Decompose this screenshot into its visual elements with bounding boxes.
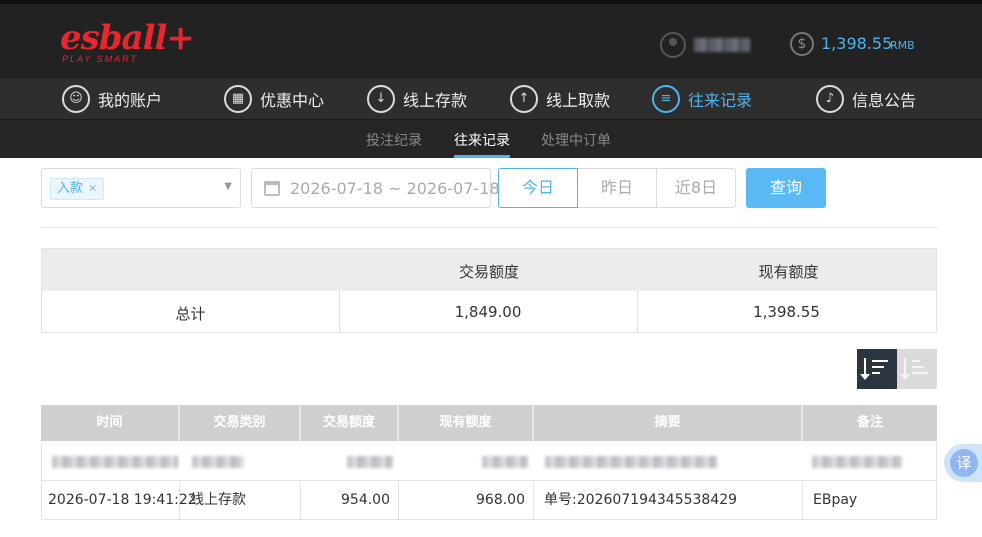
summary-current-balance: 1,398.55	[753, 303, 820, 321]
nav-label: 线上取款	[546, 91, 611, 110]
main-nav: ☺ 我的账户 ▦ 优惠中心 ↓ 线上存款 ↑ 线上取款 ≡ 往来记录 ♪ 信息公…	[0, 78, 982, 120]
column-header-time[interactable]: 时间	[41, 405, 180, 441]
cell-note: EBpay	[813, 492, 858, 508]
user-icon	[660, 32, 686, 58]
summary-header-balance: 现有额度	[758, 263, 819, 281]
nav-label: 我的账户	[98, 91, 163, 110]
subnav-pending-orders[interactable]: 处理中订单	[541, 130, 611, 150]
nav-label: 优惠中心	[260, 91, 325, 110]
records-table: 时间 交易类别 交易额度 现有额度 摘要 备注 2026-07-18 19:41…	[41, 405, 937, 520]
bell-icon: ♪	[816, 85, 844, 113]
cell-time: 2026-07-18 19:41:22	[42, 482, 197, 519]
summary-total-amount: 1,849.00	[454, 303, 522, 321]
records-icon: ≡	[652, 85, 680, 113]
redacted-text	[52, 456, 178, 468]
caret-down-icon: ▼	[224, 181, 232, 192]
nav-label: 信息公告	[852, 91, 917, 110]
logo-text: esball+	[60, 18, 195, 58]
redacted-text	[545, 456, 717, 468]
nav-item-announcements[interactable]: ♪ 信息公告	[816, 84, 916, 114]
sort-descending-icon	[860, 358, 870, 380]
esball-logo[interactable]: esball+ PLAY SMART	[60, 18, 195, 68]
sort-descending-button[interactable]	[857, 349, 897, 389]
nav-label: 线上存款	[403, 91, 468, 110]
deposit-icon: ↓	[367, 85, 395, 113]
column-header-type[interactable]: 交易类别	[180, 405, 301, 441]
balance-value: 1,398.55	[821, 34, 893, 53]
translate-icon: 译	[950, 449, 978, 477]
summary-table: 交易额度 现有额度 总计 1,849.00 1,398.55	[41, 248, 937, 333]
balance-currency: RMB	[890, 39, 915, 52]
cell-amount: 954.00	[301, 482, 399, 519]
sort-bar	[872, 360, 888, 362]
withdraw-icon: ↑	[510, 85, 538, 113]
redacted-text	[812, 456, 902, 468]
cell-type: 线上存款	[180, 482, 301, 519]
sort-bar	[912, 360, 920, 362]
translate-widget[interactable]: 译	[944, 444, 982, 482]
cell-summary: 单号:202607194345538429	[534, 482, 803, 519]
sort-bar	[872, 372, 880, 374]
summary-total-label: 总计	[175, 305, 206, 323]
divider	[41, 227, 937, 228]
subnav-transaction-records[interactable]: 往来记录	[454, 130, 510, 150]
logo-tagline: PLAY SMART	[62, 54, 139, 64]
range-today-button[interactable]: 今日	[498, 168, 578, 208]
sort-bar	[912, 366, 924, 368]
user-icon: ☺	[62, 85, 90, 113]
column-header-note[interactable]: 备注	[803, 405, 937, 441]
type-tag-label: 入款	[57, 181, 84, 196]
date-range-value: 2026-07-18 ~ 2026-07-18	[290, 179, 500, 198]
summary-header-amount: 交易额度	[459, 263, 520, 281]
active-tab-indicator	[454, 155, 510, 158]
username-redacted	[694, 38, 750, 52]
date-range-picker[interactable]: 2026-07-18 ~ 2026-07-18	[251, 168, 500, 208]
redacted-text	[192, 456, 244, 468]
records-header: 时间 交易类别 交易额度 现有额度 摘要 备注	[41, 405, 937, 441]
transaction-type-select[interactable]: 入款 ✕ ▼	[41, 168, 241, 208]
sort-ascending-button[interactable]	[897, 349, 937, 389]
nav-item-withdraw[interactable]: ↑ 线上取款	[510, 84, 610, 114]
table-row-redacted[interactable]	[41, 443, 937, 481]
nav-item-deposit[interactable]: ↓ 线上存款	[367, 84, 467, 114]
column-header-amount[interactable]: 交易额度	[301, 405, 399, 441]
range-yesterday-button[interactable]: 昨日	[577, 168, 657, 208]
sort-ascending-icon	[900, 358, 910, 380]
column-header-summary[interactable]: 摘要	[534, 405, 803, 441]
close-icon[interactable]: ✕	[88, 182, 97, 195]
query-button[interactable]: 查询	[746, 168, 826, 208]
nav-item-my-account[interactable]: ☺ 我的账户	[62, 84, 162, 114]
gift-icon: ▦	[224, 85, 252, 113]
subnav-bet-records[interactable]: 投注纪录	[366, 130, 422, 150]
type-tag-deposit[interactable]: 入款 ✕	[50, 178, 105, 200]
top-bar: esball+ PLAY SMART $ 1,398.55 RMB	[0, 0, 982, 78]
cell-balance: 968.00	[399, 482, 534, 519]
nav-item-promotions[interactable]: ▦ 优惠中心	[224, 84, 324, 114]
redacted-text	[347, 456, 393, 468]
user-info[interactable]	[660, 32, 760, 60]
nav-item-records[interactable]: ≡ 往来记录	[652, 84, 752, 114]
sort-bar	[912, 372, 928, 374]
calendar-icon	[264, 181, 280, 196]
dollar-coin-icon: $	[790, 32, 814, 56]
sub-nav: 投注纪录 往来记录 处理中订单	[0, 120, 982, 158]
nav-label: 往来记录	[688, 91, 753, 110]
table-row[interactable]: 2026-07-18 19:41:22 线上存款 954.00 968.00 单…	[41, 482, 937, 520]
column-header-balance[interactable]: 现有额度	[399, 405, 534, 441]
redacted-text	[482, 456, 528, 468]
sort-bar	[872, 366, 884, 368]
range-last8days-button[interactable]: 近8日	[656, 168, 736, 208]
